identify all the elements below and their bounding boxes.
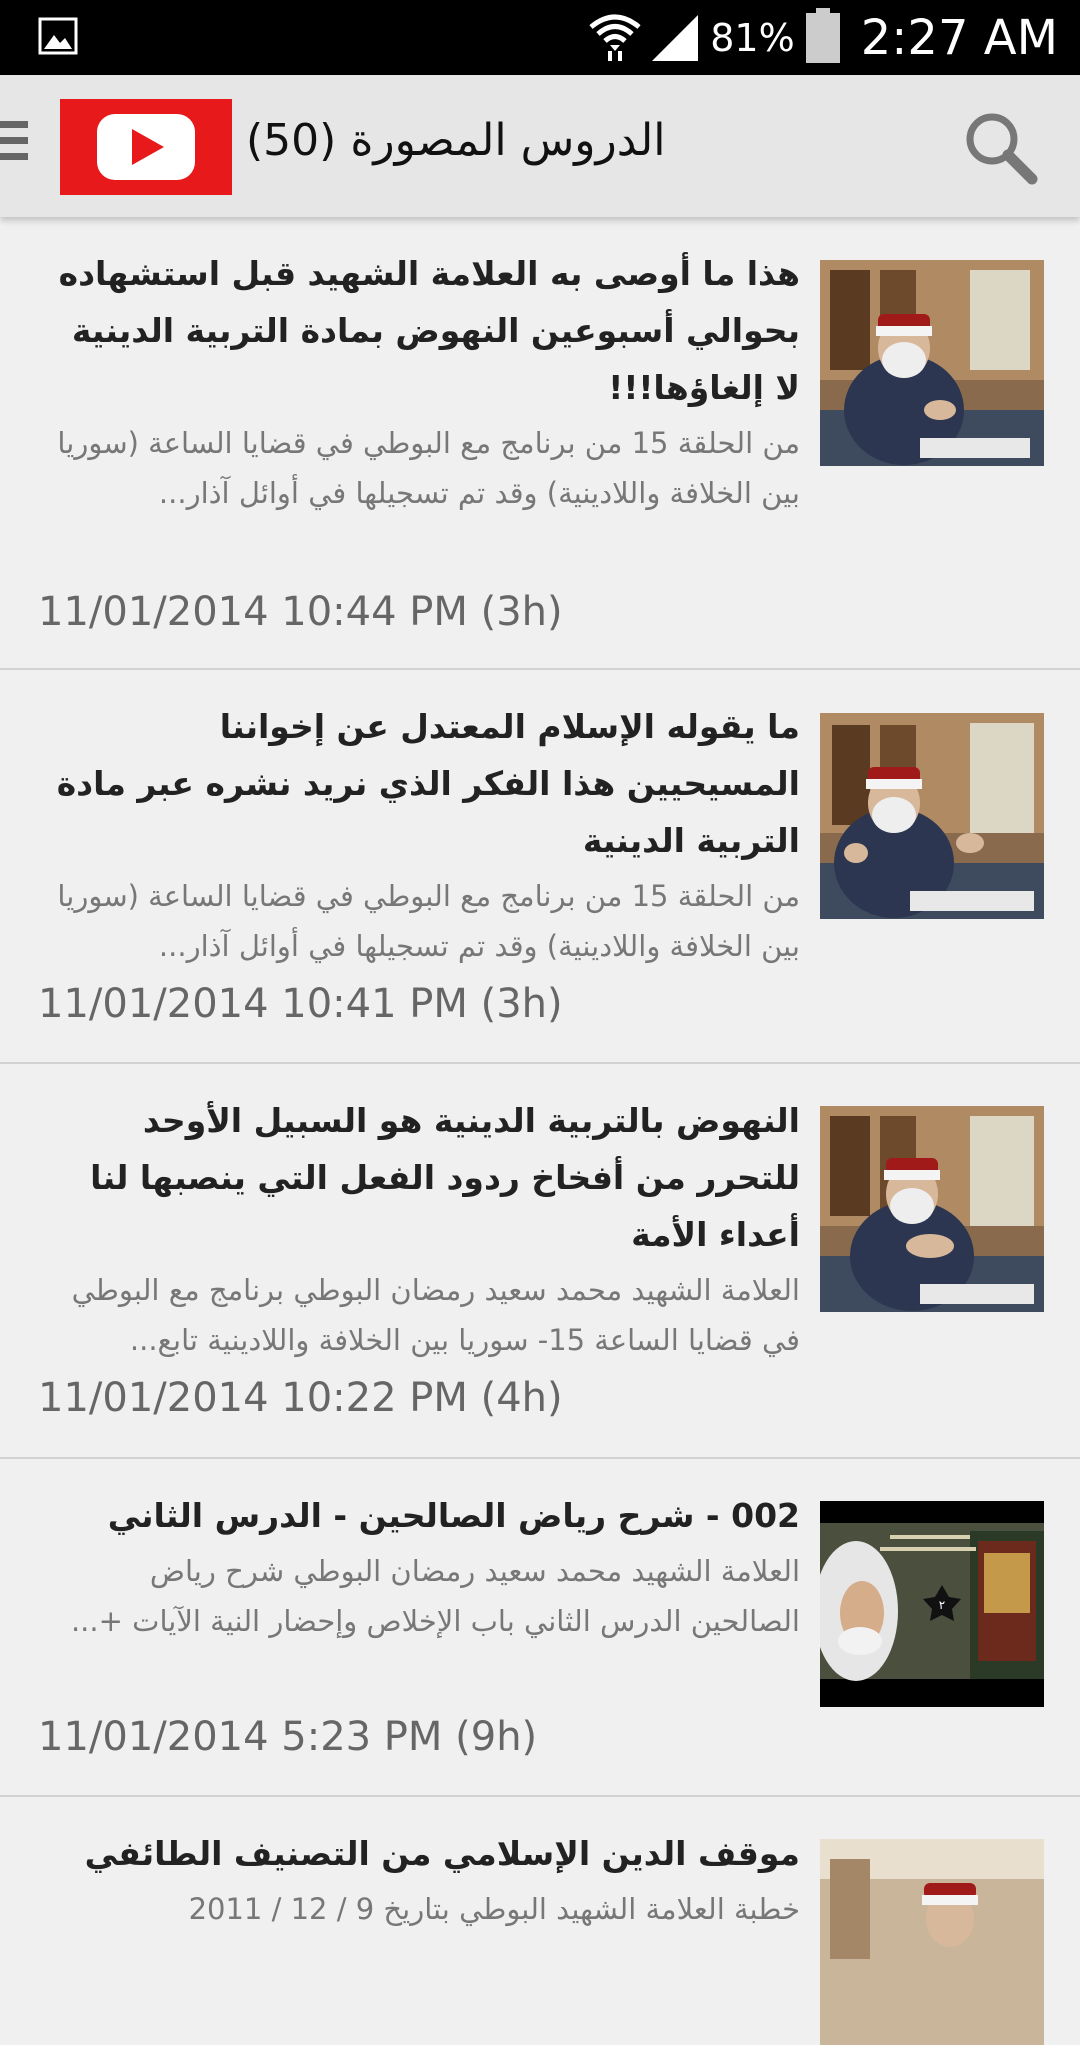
video-thumbnail[interactable] (820, 1106, 1044, 1312)
menu-icon[interactable] (0, 121, 30, 171)
battery-percent: 81% (710, 15, 795, 60)
video-title: هذا ما أوصى به العلامة الشهيد قبل استشها… (58, 254, 800, 407)
clock: 2:27 AM (860, 9, 1058, 66)
list-item[interactable]: موقف الدين الإسلامي من التصنيف الطائفي خ… (0, 1797, 1080, 2045)
search-icon[interactable] (962, 109, 1040, 187)
list-item[interactable]: النهوض بالتربية الدينية هو السبيل الأوحد… (0, 1064, 1080, 1459)
video-thumbnail[interactable] (820, 260, 1044, 466)
page-title: الدروس المصورة (50) (246, 115, 666, 166)
video-thumbnail[interactable]: ٢ (820, 1501, 1044, 1707)
wifi-icon (588, 11, 642, 65)
video-description: من الحلقة 15 من برنامج مع البوطي في قضاي… (57, 426, 800, 510)
svg-text:٢: ٢ (939, 1598, 945, 1612)
video-thumbnail[interactable] (820, 1839, 1044, 2045)
gallery-notification-icon (38, 17, 78, 59)
video-description: العلامة الشهيد محمد سعيد رمضان البوطي شر… (70, 1554, 800, 1638)
video-date: 11/01/2014 10:44 PM (3h) (38, 589, 563, 635)
action-bar: الدروس المصورة (50) (0, 75, 1080, 217)
video-date: 11/01/2014 10:22 PM (4h) (38, 1375, 563, 1421)
video-title: ما يقوله الإسلام المعتدل عن إخواننا المس… (56, 707, 800, 860)
list-item[interactable]: ٢ 002 - شرح رياض الصالحين - الدرس الثاني… (0, 1459, 1080, 1797)
list-item[interactable]: هذا ما أوصى به العلامة الشهيد قبل استشها… (0, 217, 1080, 670)
video-description: من الحلقة 15 من برنامج مع البوطي في قضاي… (57, 879, 800, 963)
list-item[interactable]: ما يقوله الإسلام المعتدل عن إخواننا المس… (0, 670, 1080, 1064)
signal-icon (652, 11, 700, 65)
video-date: 11/01/2014 10:41 PM (3h) (38, 981, 563, 1027)
battery-icon (805, 7, 841, 68)
video-list: هذا ما أوصى به العلامة الشهيد قبل استشها… (0, 217, 1080, 2045)
video-thumbnail[interactable] (820, 713, 1044, 919)
status-bar: 81% 2:27 AM (0, 0, 1080, 75)
youtube-logo-icon[interactable] (60, 99, 232, 195)
video-description: العلامة الشهيد محمد سعيد رمضان البوطي بر… (71, 1273, 800, 1357)
video-title: 002 - شرح رياض الصالحين - الدرس الثاني (107, 1496, 800, 1535)
video-date: 11/01/2014 5:23 PM (9h) (38, 1714, 538, 1760)
video-title: موقف الدين الإسلامي من التصنيف الطائفي (84, 1834, 800, 1873)
video-title: النهوض بالتربية الدينية هو السبيل الأوحد… (90, 1101, 800, 1254)
video-description: خطبة العلامة الشهيد البوطي بتاريخ 9 / 12… (188, 1892, 800, 1926)
